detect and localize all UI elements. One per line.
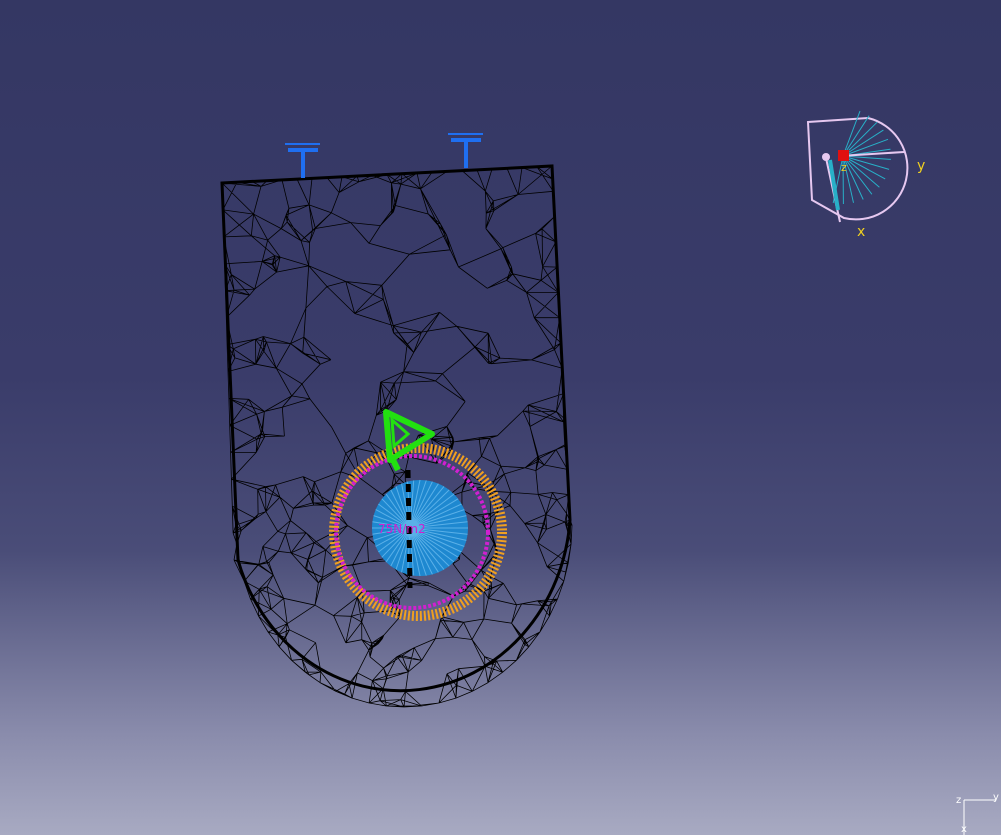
clamp-restraint-icon[interactable] — [448, 133, 483, 168]
clamp-restraint-icon[interactable] — [285, 143, 320, 178]
compass-origin[interactable] — [838, 150, 849, 161]
scene-canvas[interactable]: 75N/m2 z y x z y x — [0, 0, 1001, 835]
mini-axis-triad: z y x — [956, 792, 999, 835]
compass-pivot — [822, 153, 830, 161]
force-arrow-icon[interactable] — [383, 409, 435, 472]
3d-viewport[interactable]: 75N/m2 z y x z y x — [0, 0, 1001, 835]
compass-y-label: y — [917, 158, 925, 174]
compass-widget[interactable]: z y x — [806, 110, 925, 240]
hole-pressure-region[interactable]: 75N/m2 — [329, 443, 507, 621]
mesh-edges — [221, 165, 573, 708]
compass-z-label: z — [841, 161, 847, 174]
pressure-value-label: 75N/m2 — [378, 522, 426, 536]
mini-axis-z-label: z — [956, 795, 961, 806]
mini-axis-y-label: y — [993, 792, 999, 803]
meshed-part[interactable] — [220, 164, 573, 708]
compass-x-label: x — [857, 224, 865, 240]
mesh-wireframe — [221, 165, 573, 708]
mini-axis-x-label: x — [961, 824, 967, 835]
